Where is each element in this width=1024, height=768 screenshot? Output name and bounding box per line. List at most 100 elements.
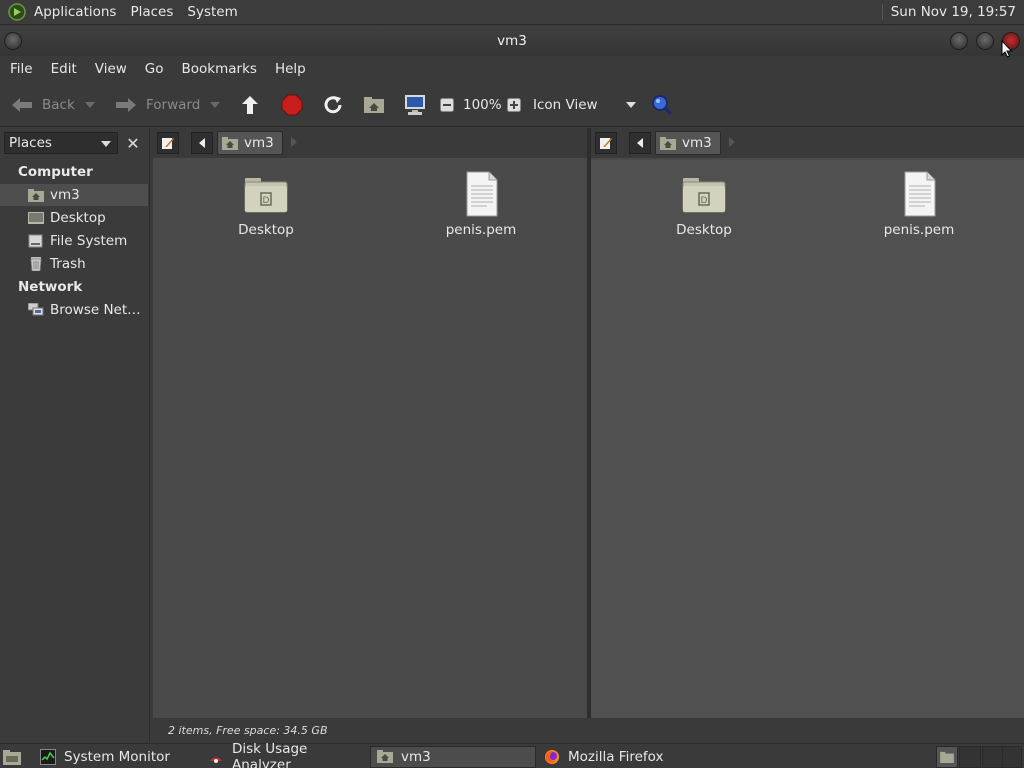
back-button[interactable]: Back <box>10 93 95 117</box>
path-crumb-label: vm3 <box>244 135 274 151</box>
task-vm3[interactable]: vm3 <box>370 746 536 768</box>
close-icon: ✕ <box>126 133 140 153</box>
network-icon <box>28 303 44 317</box>
system-monitor-icon <box>40 749 56 765</box>
back-label: Back <box>42 97 75 113</box>
search-icon <box>651 94 673 116</box>
menubar: File Edit View Go Bookmarks Help <box>0 56 1024 82</box>
back-arrow-icon <box>10 95 34 115</box>
left-location-edit-button[interactable] <box>157 132 179 154</box>
forward-label: Forward <box>146 97 201 113</box>
view-mode-select[interactable]: Icon View <box>533 93 636 117</box>
workspace-4[interactable] <box>1002 746 1022 768</box>
sidebar-item-label: Trash <box>50 256 86 272</box>
back-history-dropdown-icon[interactable] <box>84 102 95 108</box>
svg-text:D: D <box>701 196 708 206</box>
sidebar: Places ✕ Computer vm3 Desktop File Syste… <box>0 128 150 742</box>
applications-menu[interactable]: Applications <box>34 4 116 20</box>
file-item-penis-pem[interactable]: penis.pem <box>859 170 979 238</box>
trash-icon <box>28 257 44 271</box>
right-path-crumb[interactable]: vm3 <box>655 131 721 155</box>
sidebar-item-desktop[interactable]: Desktop <box>0 207 148 229</box>
edit-icon <box>161 136 175 150</box>
sidebar-heading-computer: Computer <box>18 164 93 180</box>
task-disk-usage-analyzer[interactable]: Disk Usage Analyzer <box>202 741 368 768</box>
left-pane[interactable]: vm3 D Desktop penis.pem <box>153 128 587 718</box>
menu-help[interactable]: Help <box>275 61 306 77</box>
forward-history-dropdown-icon[interactable] <box>210 102 221 108</box>
home-folder-icon <box>222 136 238 150</box>
disk-usage-icon <box>208 749 224 765</box>
zoom-level-label: 100% <box>463 97 502 113</box>
taskbar: System Monitor Disk Usage Analyzer vm3 M… <box>0 741 1024 768</box>
sidebar-item-label: vm3 <box>50 187 80 203</box>
sidebar-selector-label: Places <box>9 135 52 151</box>
document-icon <box>895 170 943 218</box>
left-path-crumb[interactable]: vm3 <box>217 131 283 155</box>
up-button[interactable] <box>240 93 260 117</box>
menu-go[interactable]: Go <box>145 61 164 77</box>
home-button[interactable] <box>363 93 385 117</box>
window-titlebar[interactable]: vm3 <box>0 26 1024 56</box>
menu-edit[interactable]: Edit <box>51 61 77 77</box>
right-pane[interactable]: vm3 D Desktop penis.pem <box>591 128 1024 718</box>
left-path-prev-button[interactable] <box>191 132 213 154</box>
reload-button[interactable] <box>322 93 344 117</box>
system-menu[interactable]: System <box>187 4 237 20</box>
sidebar-selector[interactable]: Places <box>4 132 118 154</box>
forward-button[interactable]: Forward <box>114 93 221 117</box>
up-arrow-icon <box>240 94 260 116</box>
workspace-1[interactable] <box>936 746 958 768</box>
minimize-button[interactable] <box>950 32 968 50</box>
stop-icon <box>281 94 303 116</box>
right-file-view[interactable]: D Desktop penis.pem <box>591 160 1024 718</box>
menu-file[interactable]: File <box>10 61 33 77</box>
menu-bookmarks[interactable]: Bookmarks <box>182 61 257 77</box>
sidebar-selector-dropdown-icon <box>101 141 111 147</box>
sidebar-close-button[interactable]: ✕ <box>122 132 144 154</box>
right-location-edit-button[interactable] <box>595 132 617 154</box>
file-item-label: penis.pem <box>883 222 955 238</box>
search-button[interactable] <box>651 93 673 117</box>
computer-button[interactable] <box>403 93 427 117</box>
file-item-desktop[interactable]: D Desktop <box>644 170 764 238</box>
sidebar-item-trash[interactable]: Trash <box>0 253 148 275</box>
drive-icon <box>28 234 44 248</box>
top-panel: Applications Places System Sun Nov 19, 1… <box>0 0 1024 25</box>
left-file-view[interactable]: D Desktop penis.pem <box>153 160 587 718</box>
svg-text:D: D <box>263 196 270 206</box>
file-item-label: Desktop <box>676 222 732 238</box>
task-mozilla-firefox[interactable]: Mozilla Firefox <box>538 746 704 768</box>
computer-icon <box>403 94 427 116</box>
zoom-out-button[interactable] <box>440 93 454 117</box>
home-folder-icon <box>377 749 393 765</box>
right-path-next-button[interactable] <box>729 137 735 147</box>
left-path-next-button[interactable] <box>291 137 297 147</box>
edit-icon <box>599 136 613 150</box>
file-item-penis-pem[interactable]: penis.pem <box>421 170 541 238</box>
workspace-3[interactable] <box>982 746 1004 768</box>
menu-view[interactable]: View <box>95 61 127 77</box>
stop-button[interactable] <box>281 93 303 117</box>
workspace-2[interactable] <box>959 746 981 768</box>
task-system-monitor[interactable]: System Monitor <box>34 746 200 768</box>
home-folder-icon <box>660 136 676 150</box>
maximize-button[interactable] <box>976 32 994 50</box>
applications-logo-icon[interactable] <box>8 3 26 21</box>
zoom-level[interactable]: 100% <box>463 93 502 117</box>
sidebar-item-file-system[interactable]: File System <box>0 230 148 252</box>
right-path-prev-button[interactable] <box>629 132 651 154</box>
firefox-icon <box>544 749 560 765</box>
file-item-desktop[interactable]: D Desktop <box>206 170 326 238</box>
window-menu-button[interactable] <box>4 32 22 50</box>
clock[interactable]: Sun Nov 19, 19:57 <box>881 4 1016 20</box>
sidebar-item-browse-network[interactable]: Browse Net… <box>0 299 148 321</box>
places-menu[interactable]: Places <box>130 4 173 20</box>
show-desktop-button[interactable] <box>2 747 22 767</box>
zoom-in-button[interactable] <box>507 93 521 117</box>
document-icon <box>457 170 505 218</box>
reload-icon <box>322 94 344 116</box>
desktop-icon <box>28 211 44 225</box>
sidebar-item-vm3[interactable]: vm3 <box>0 184 148 206</box>
task-label: Disk Usage Analyzer <box>232 741 308 768</box>
